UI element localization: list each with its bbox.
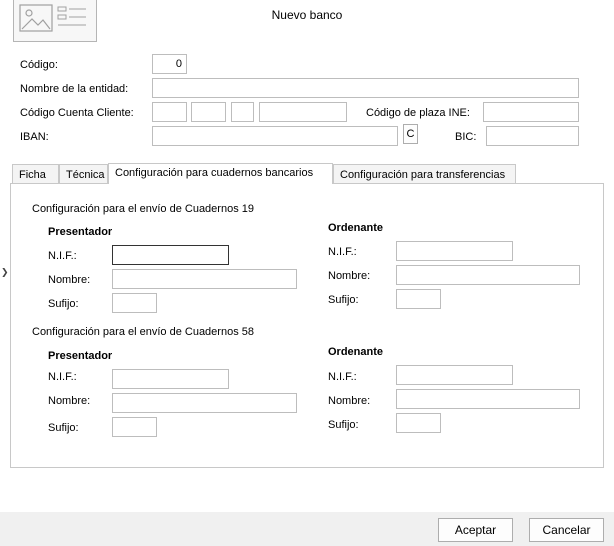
c19-heading: Configuración para el envío de Cuadernos… (32, 203, 254, 215)
tab-transferencias[interactable]: Configuración para transferencias (333, 164, 516, 184)
c19-ordenante-nombre-input[interactable] (396, 265, 580, 285)
c19-presentador-title: Presentador (48, 226, 113, 238)
c19-ordenante-nif-label: N.I.F.: (328, 246, 357, 258)
c58-ordenante-nombre-input[interactable] (396, 389, 580, 409)
ccc-cuenta-input[interactable] (259, 102, 347, 122)
tab-ficha[interactable]: Ficha (12, 164, 59, 184)
tab-tecnica[interactable]: Técnica (59, 164, 108, 184)
c19-presentador-sufijo-input[interactable] (112, 293, 157, 313)
c58-presentador-nombre-input[interactable] (112, 393, 297, 413)
nombre-entidad-input[interactable] (152, 78, 579, 98)
iban-calc-button[interactable]: C (403, 124, 418, 144)
c19-presentador-nif-input[interactable] (112, 245, 229, 265)
c19-presentador-sufijo-label: Sufijo: (48, 298, 79, 310)
c58-ordenante-nombre-label: Nombre: (328, 395, 371, 407)
bic-input[interactable] (486, 126, 579, 146)
c19-ordenante-sufijo-label: Sufijo: (328, 294, 359, 306)
c19-ordenante-nif-input[interactable] (396, 241, 513, 261)
c58-ordenante-sufijo-label: Sufijo: (328, 419, 359, 431)
c58-ordenante-title: Ordenante (328, 346, 384, 358)
c19-presentador-nombre-label: Nombre: (48, 274, 91, 286)
c19-ordenante-title: Ordenante (328, 222, 384, 234)
iban-input[interactable] (152, 126, 398, 146)
ccc-dc-input[interactable] (231, 102, 254, 122)
plaza-ine-label: Código de plaza INE: (366, 107, 470, 119)
bic-label: BIC: (455, 131, 477, 143)
c58-presentador-nif-input[interactable] (112, 369, 229, 389)
codigo-label: Código: (20, 59, 58, 71)
window-title: Nuevo banco (271, 8, 343, 22)
ccc-label: Código Cuenta Cliente: (20, 107, 134, 119)
plaza-ine-input[interactable] (483, 102, 579, 122)
c58-ordenante-nif-label: N.I.F.: (328, 371, 357, 383)
ccc-oficina-input[interactable] (191, 102, 226, 122)
cancel-button[interactable]: Cancelar (529, 518, 604, 542)
c58-presentador-sufijo-label: Sufijo: (48, 422, 79, 434)
c19-ordenante-nombre-label: Nombre: (328, 270, 371, 282)
ccc-entidad-input[interactable] (152, 102, 187, 122)
c19-presentador-nombre-input[interactable] (112, 269, 297, 289)
c58-heading: Configuración para el envío de Cuadernos… (32, 326, 254, 338)
c58-presentador-title: Presentador (48, 350, 113, 362)
c58-presentador-nombre-label: Nombre: (48, 395, 91, 407)
c19-presentador-nif-label: N.I.F.: (48, 250, 77, 262)
c58-ordenante-sufijo-input[interactable] (396, 413, 441, 433)
c58-presentador-sufijo-input[interactable] (112, 417, 157, 437)
c19-ordenante-sufijo-input[interactable] (396, 289, 441, 309)
dialog-footer (0, 512, 614, 546)
iban-label: IBAN: (20, 131, 49, 143)
c58-ordenante-nif-input[interactable] (396, 365, 513, 385)
tab-cuadernos-bancarios[interactable]: Configuración para cuadernos bancarios (108, 163, 333, 184)
c58-presentador-nif-label: N.I.F.: (48, 371, 77, 383)
chevron-right-icon: ❯ (1, 267, 9, 277)
nombre-entidad-label: Nombre de la entidad: (20, 83, 129, 95)
codigo-input[interactable] (152, 54, 187, 74)
accept-button[interactable]: Aceptar (438, 518, 513, 542)
